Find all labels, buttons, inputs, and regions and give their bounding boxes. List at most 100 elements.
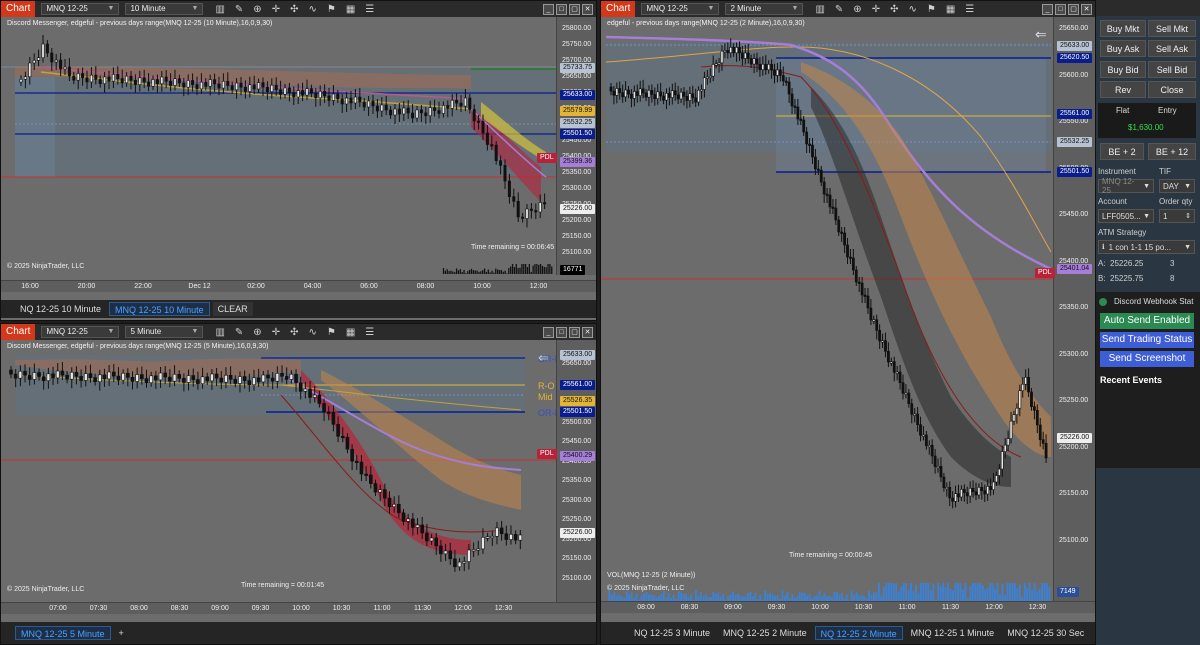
candle [901, 382, 905, 394]
chart-trader-icon[interactable]: ▦ [346, 4, 355, 15]
restore-button[interactable]: ▢ [1068, 3, 1079, 15]
price-tick: 25450.00 [562, 438, 592, 445]
crosshair-icon[interactable]: ✛ [272, 327, 280, 338]
breakeven-plus-12-button[interactable]: BE + 12 [1148, 143, 1196, 160]
time-axis[interactable]: 08:00 08:30 09:00 09:30 10:00 10:30 11:00 11:30… [601, 601, 1095, 613]
instrument-field[interactable]: MNQ 12-25 ▼ [1098, 177, 1154, 195]
indicators-icon[interactable]: ∿ [908, 4, 916, 15]
candle [1015, 407, 1019, 415]
candle [503, 165, 507, 182]
bar-type-icon[interactable]: ▥ [215, 4, 224, 15]
global-crosshair-icon[interactable]: ✣ [290, 4, 298, 15]
breakeven-plus-2-button[interactable]: BE + 2 [1100, 143, 1144, 160]
candle [392, 503, 396, 508]
zoom-icon[interactable]: ⊕ [253, 4, 261, 15]
chart-trader-icon[interactable]: ▦ [346, 327, 355, 338]
tab-mnq-10min[interactable]: MNQ 12-25 10 Minute [109, 302, 210, 316]
bar-type-icon[interactable]: ▥ [215, 327, 224, 338]
account-select[interactable]: LFF0505... ▼ [1098, 209, 1154, 223]
chart-tab[interactable]: Chart [601, 1, 636, 17]
send-trading-status-button[interactable]: Send Trading Status [1100, 332, 1194, 348]
candle [72, 75, 76, 81]
price-axis[interactable]: 25650.0025600.0025550.0025500.0025450.00… [1035, 17, 1095, 601]
buy-ask-button[interactable]: Buy Ask [1100, 40, 1146, 57]
back-arrow-icon[interactable]: ⇐ [538, 350, 549, 366]
bar-type-icon[interactable]: ▥ [815, 4, 824, 15]
volume-bar [835, 591, 838, 601]
global-crosshair-icon[interactable]: ✣ [290, 327, 298, 338]
price-axis[interactable]: 25650.0025600.0025550.0025500.0025450.00… [537, 340, 596, 602]
maximize-button[interactable]: □ [556, 326, 567, 338]
close-button[interactable]: ✕ [582, 326, 593, 338]
interval-selector[interactable]: 10 Minute ▼ [125, 3, 204, 15]
strategies-icon[interactable]: ⚑ [327, 4, 336, 15]
minimize-button[interactable]: _ [543, 326, 554, 338]
volume-badge: 7149 [1057, 587, 1079, 597]
strategies-icon[interactable]: ⚑ [927, 4, 936, 15]
tif-select[interactable]: DAY ▼ [1159, 179, 1195, 193]
instrument-selector[interactable]: MNQ 12-25 ▼ [641, 3, 720, 15]
chart-trader-icon[interactable]: ▦ [946, 4, 955, 15]
stepper-icon[interactable]: ⇕ [1185, 212, 1191, 220]
buy-mkt-button[interactable]: Buy Mkt [1100, 20, 1146, 37]
volume-bar [474, 270, 476, 274]
draw-tool-icon[interactable]: ✎ [835, 4, 843, 15]
zoom-icon[interactable]: ⊕ [853, 4, 861, 15]
price-plot[interactable] [1, 17, 556, 275]
close-position-button[interactable]: Close [1148, 81, 1196, 98]
indicators-icon[interactable]: ∿ [308, 4, 316, 15]
instrument-selector[interactable]: MNQ 12-25 ▼ [41, 3, 120, 15]
maximize-button[interactable]: □ [556, 3, 567, 15]
price-axis[interactable]: 25800.0025750.0025700.0025650.0025600.00… [537, 17, 596, 275]
time-axis[interactable]: 16:00 20:00 22:00 Dec 12 02:00 04:00 06:00 08:0… [1, 280, 596, 292]
crosshair-icon[interactable]: ✛ [872, 4, 880, 15]
add-tab-button[interactable]: + [114, 626, 129, 640]
volume-bar [971, 583, 974, 601]
draw-tool-icon[interactable]: ✎ [235, 4, 243, 15]
tab-nq-10min[interactable]: NQ 12-25 10 Minute [15, 302, 106, 316]
strategies-icon[interactable]: ⚑ [327, 327, 336, 338]
back-arrow-icon[interactable]: ⇐ [1035, 26, 1047, 43]
close-button[interactable]: ✕ [582, 3, 593, 15]
chart-tab[interactable]: Chart [1, 1, 36, 17]
restore-button[interactable]: ▢ [569, 326, 580, 338]
indicators-icon[interactable]: ∿ [308, 327, 316, 338]
candle [485, 536, 490, 539]
atm-strategy-select[interactable]: ℹ1 con 1-1 15 po... ▼ [1098, 240, 1195, 254]
send-screenshot-button[interactable]: Send Screenshot [1100, 351, 1194, 367]
interval-selector[interactable]: 2 Minute ▼ [725, 3, 804, 15]
price-plot[interactable] [1, 340, 556, 602]
properties-icon[interactable]: ☰ [365, 4, 374, 15]
tab-mnq-2min[interactable]: MNQ 12-25 2 Minute [718, 626, 812, 640]
close-button[interactable]: ✕ [1081, 3, 1092, 15]
properties-icon[interactable]: ☰ [365, 327, 374, 338]
time-axis[interactable]: 07:00 07:30 08:00 08:30 09:00 09:30 10:00 10:30… [1, 602, 596, 614]
tab-mnq-30sec[interactable]: MNQ 12-25 30 Sec [1002, 626, 1089, 640]
draw-tool-icon[interactable]: ✎ [235, 327, 243, 338]
properties-icon[interactable]: ☰ [965, 4, 974, 15]
tab-mnq-5min[interactable]: MNQ 12-25 5 Minute [15, 626, 111, 640]
chart-tab[interactable]: Chart [1, 324, 36, 340]
minimize-button[interactable]: _ [1042, 3, 1053, 15]
restore-button[interactable]: ▢ [569, 3, 580, 15]
order-qty-stepper[interactable]: 1 ⇕ [1159, 209, 1195, 223]
tab-nq-2min[interactable]: NQ 12-25 2 Minute [814, 626, 903, 640]
buy-bid-button[interactable]: Buy Bid [1100, 61, 1146, 78]
sell-bid-button[interactable]: Sell Bid [1148, 61, 1196, 78]
auto-send-button[interactable]: Auto Send Enabled [1100, 313, 1194, 329]
price-plot[interactable] [601, 17, 1053, 569]
maximize-button[interactable]: □ [1055, 3, 1066, 15]
tab-nq-3min[interactable]: NQ 12-25 3 Minute [629, 626, 715, 640]
tab-mnq-1min[interactable]: MNQ 12-25 1 Minute [906, 626, 1000, 640]
sell-ask-button[interactable]: Sell Ask [1148, 40, 1196, 57]
instrument-selector[interactable]: MNQ 12-25 ▼ [41, 326, 120, 338]
panel-header [1096, 0, 1200, 16]
global-crosshair-icon[interactable]: ✣ [890, 4, 898, 15]
sell-mkt-button[interactable]: Sell Mkt [1148, 20, 1196, 37]
minimize-button[interactable]: _ [543, 3, 554, 15]
crosshair-icon[interactable]: ✛ [272, 4, 280, 15]
zoom-icon[interactable]: ⊕ [253, 327, 261, 338]
interval-selector[interactable]: 5 Minute ▼ [125, 326, 204, 338]
tab-clear[interactable]: CLEAR [212, 302, 253, 316]
reverse-button[interactable]: Rev [1100, 81, 1146, 98]
